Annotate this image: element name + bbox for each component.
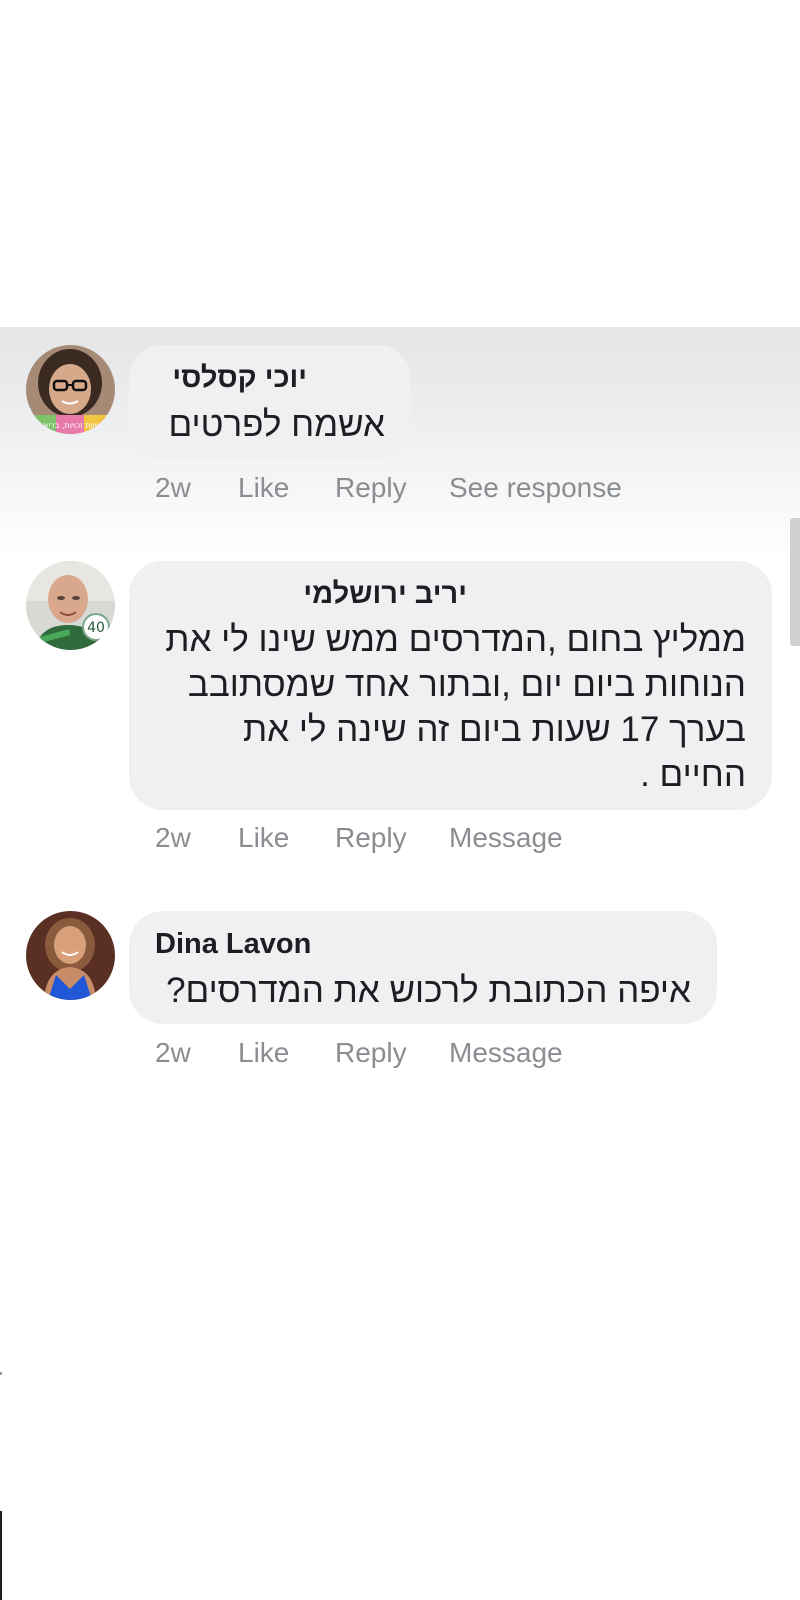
comment-author[interactable]: יריב ירושלמי bbox=[303, 578, 467, 611]
comment-bubble[interactable]: Dina Lavon איפה הכתובת לרכוש את המדרסים? bbox=[129, 911, 717, 1024]
reply-button[interactable]: Reply bbox=[335, 1037, 407, 1069]
comment-timestamp: 2w bbox=[155, 472, 191, 503]
comment-bubble[interactable]: יוכי קסלסי אשמח לפרטים bbox=[129, 345, 411, 459]
avatar[interactable] bbox=[26, 911, 115, 1000]
comment-actions: 2w Like Reply Message bbox=[155, 1037, 755, 1077]
message-button[interactable]: Message bbox=[449, 822, 563, 854]
reply-button[interactable]: Reply bbox=[335, 472, 407, 504]
comment-text: אשמח לפרטים bbox=[168, 405, 386, 444]
comment-bubble[interactable]: יריב ירושלמי ממליץ בחום ,המדרסים ממש שינ… bbox=[129, 561, 772, 810]
avatar[interactable]: 40 bbox=[26, 561, 115, 650]
comment-text: ממליץ בחום ,המדרסים ממש שינו לי את הנוחו… bbox=[165, 620, 746, 794]
comment-actions: 2w Like Reply See response bbox=[155, 472, 755, 512]
edge-line bbox=[0, 1511, 2, 1600]
woman-blue-dress-avatar-icon bbox=[26, 911, 115, 1000]
comment-author[interactable]: Dina Lavon bbox=[155, 928, 311, 961]
reply-button[interactable]: Reply bbox=[335, 822, 407, 854]
comment-timestamp: 2w bbox=[155, 1037, 191, 1068]
woman-with-glasses-avatar-icon: חוויות זכויות, בריאות bbox=[26, 345, 115, 434]
edge-artifact bbox=[0, 1372, 2, 1375]
avatar[interactable]: חוויות זכויות, בריאות bbox=[26, 345, 115, 434]
comment-timestamp: 2w bbox=[155, 822, 191, 853]
like-button[interactable]: Like bbox=[238, 1037, 289, 1069]
bald-man-avatar-icon: 40 bbox=[26, 561, 115, 650]
avatar-badge-text: 40 bbox=[87, 620, 105, 636]
like-button[interactable]: Like bbox=[238, 472, 289, 504]
empty-area bbox=[0, 0, 800, 327]
comment-actions: 2w Like Reply Message bbox=[155, 822, 755, 862]
like-button[interactable]: Like bbox=[238, 822, 289, 854]
comment-text: איפה הכתובת לרכוש את המדרסים? bbox=[166, 971, 691, 1010]
message-button[interactable]: Message bbox=[449, 1037, 563, 1069]
scrollbar-thumb[interactable] bbox=[790, 518, 800, 646]
see-response-button[interactable]: See response bbox=[449, 472, 622, 504]
comment-author[interactable]: יוכי קסלסי bbox=[172, 362, 307, 395]
